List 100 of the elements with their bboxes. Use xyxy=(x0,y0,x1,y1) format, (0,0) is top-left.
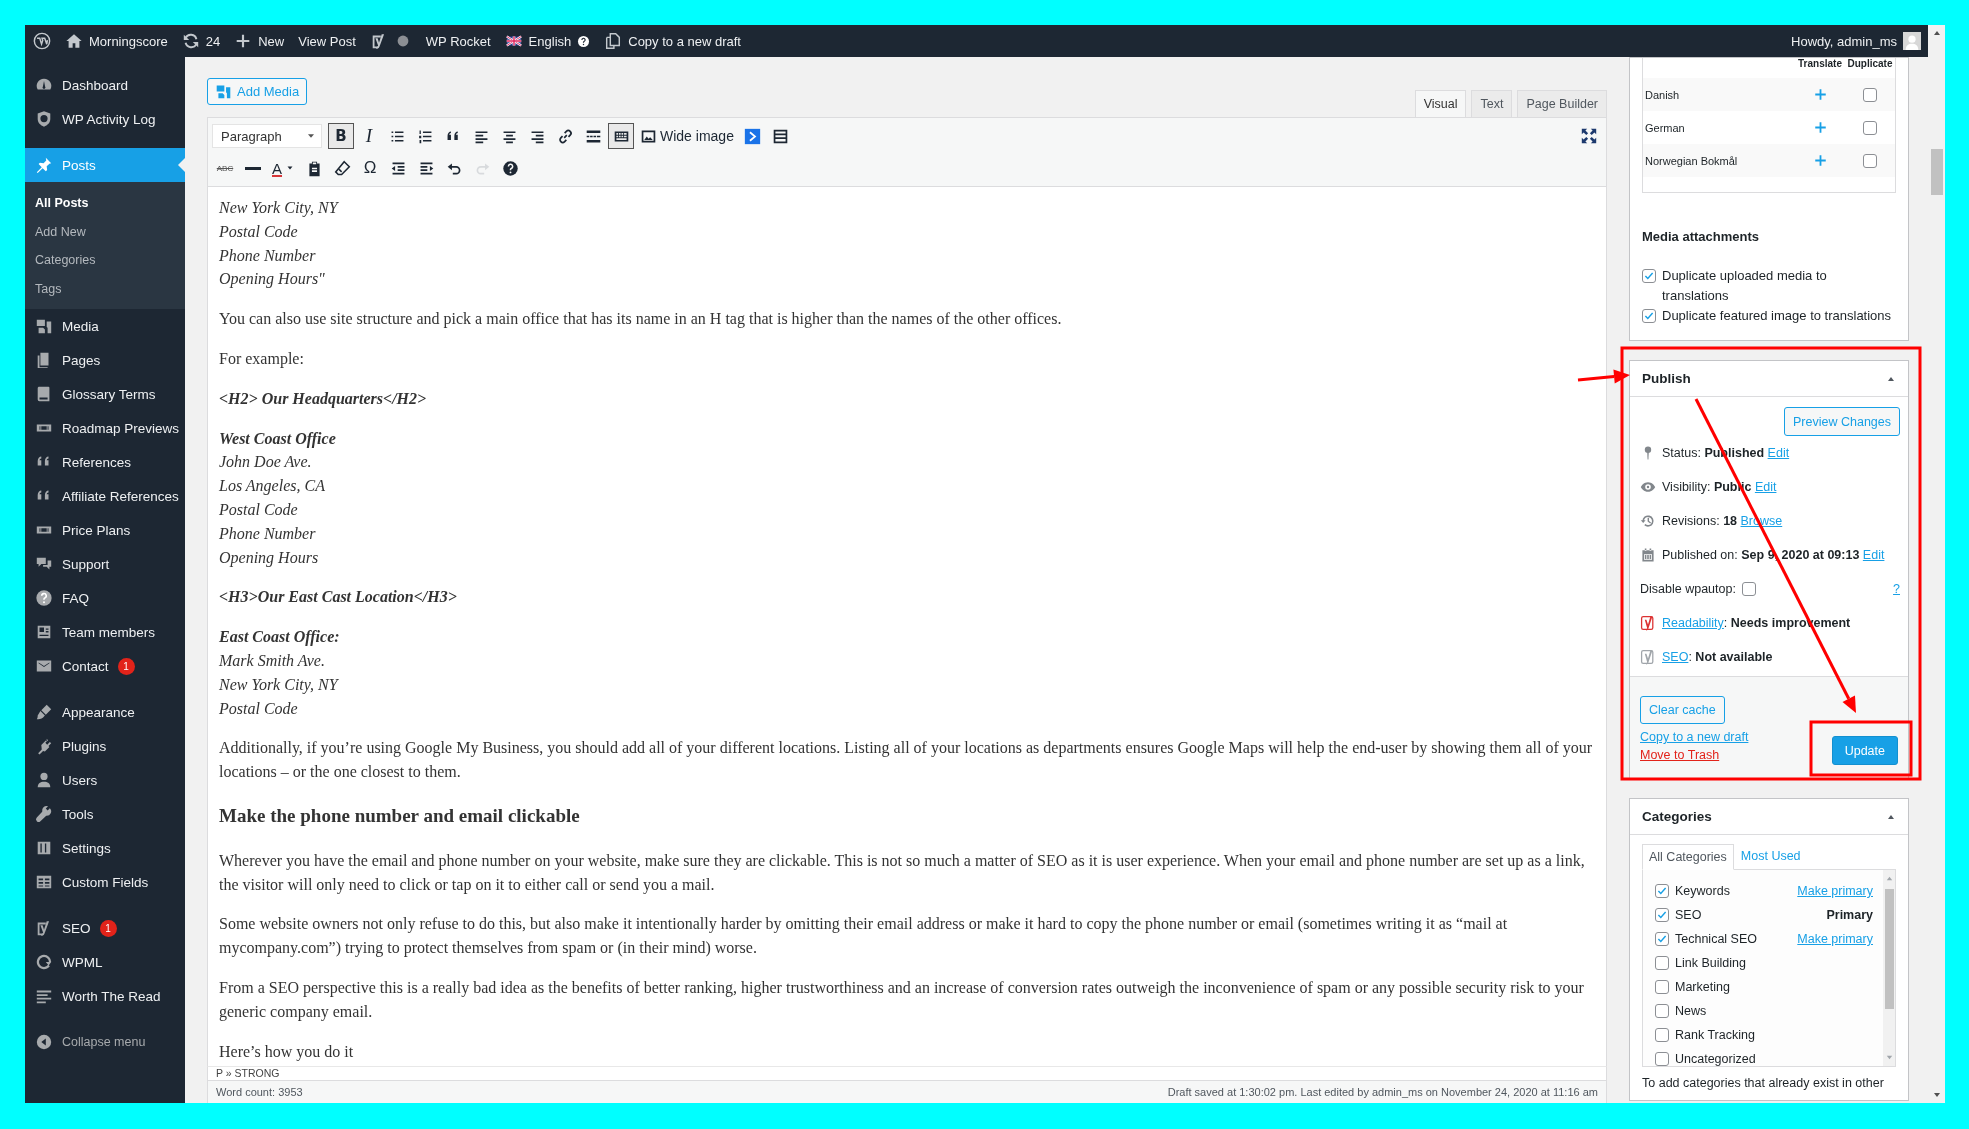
brush-icon xyxy=(35,703,53,721)
submenu-item[interactable]: Categories xyxy=(25,246,185,275)
panel-title: Publish xyxy=(1642,371,1691,386)
menu-item[interactable]: Glossary Terms xyxy=(25,377,185,411)
checkbox[interactable] xyxy=(1655,884,1669,898)
checkbox[interactable] xyxy=(1655,932,1669,946)
address-line: Postal Code xyxy=(219,221,299,242)
menu-item[interactable]: Appearance xyxy=(25,695,185,729)
checkbox[interactable] xyxy=(1655,980,1669,994)
scroll-up-icon xyxy=(1884,874,1894,883)
checkbox[interactable] xyxy=(1655,1052,1669,1066)
avatar-icon xyxy=(1903,32,1921,50)
menu-item[interactable]: References xyxy=(25,445,185,479)
editor-tab[interactable]: Page Builder xyxy=(1517,90,1607,117)
checkbox[interactable] xyxy=(1642,309,1656,323)
chevron-box-icon xyxy=(744,127,762,145)
new-link[interactable]: New xyxy=(234,32,285,50)
home-icon xyxy=(65,32,83,50)
menu-item[interactable]: Custom Fields xyxy=(25,865,185,899)
menu-item[interactable]: Price Plans xyxy=(25,513,185,547)
wide-image-button[interactable]: Wide image xyxy=(636,123,738,149)
checkbox[interactable] xyxy=(1655,1028,1669,1042)
text-color-button[interactable]: A xyxy=(268,155,299,181)
address-line: New York City, NY xyxy=(219,198,340,219)
media-icon xyxy=(215,83,232,100)
menu-item[interactable]: Settings xyxy=(25,831,185,865)
menu-item[interactable]: WP Activity Log xyxy=(25,102,185,136)
count-badge: 1 xyxy=(99,919,117,937)
address-title: West Coast Office xyxy=(219,428,337,450)
format-select[interactable]: Paragraph xyxy=(212,124,322,148)
menu-item[interactable]: Tools xyxy=(25,797,185,831)
paragraph: Wherever you have the email and phone number on your website, make sure they are clickable. This is not so much a matter of SEO as it is user experience. When your email and phone number are set up as a link, the visitor will only need to click or tap on it to either call or send you a mail. xyxy=(219,850,1586,896)
checkbox[interactable] xyxy=(1863,153,1877,168)
menu-item[interactable]: Contact 1 xyxy=(25,649,185,683)
toolbar-toggle-button[interactable] xyxy=(608,123,634,149)
scrollbar-thumb[interactable] xyxy=(1930,149,1943,195)
submenu-item[interactable]: Tags xyxy=(25,274,185,303)
submenu-item[interactable]: Add New xyxy=(25,217,185,246)
editor-tab[interactable]: Visual xyxy=(1414,90,1467,117)
italic-button[interactable]: I xyxy=(356,123,382,149)
sliders-icon xyxy=(35,839,53,857)
menu-item[interactable]: Team members xyxy=(25,615,185,649)
add-translation-icon xyxy=(1812,153,1828,168)
collapse-icon xyxy=(35,1033,53,1051)
special-character-button[interactable]: Ω xyxy=(357,155,383,181)
view-post-link[interactable]: View Post xyxy=(298,33,356,49)
calendar-icon xyxy=(1640,547,1656,563)
fullscreen-icon[interactable] xyxy=(1580,127,1598,145)
editor-tab[interactable]: Text xyxy=(1471,90,1513,117)
address-line: Opening Hours" xyxy=(219,269,326,290)
scroll-down-icon xyxy=(1884,1053,1894,1062)
language-link[interactable]: English xyxy=(504,32,591,50)
refresh-icon xyxy=(181,32,200,50)
menu-item[interactable]: Plugins xyxy=(25,729,185,763)
menu-item[interactable]: Affiliate References xyxy=(25,479,185,513)
editor-content[interactable] xyxy=(207,187,1607,1066)
checkbox[interactable] xyxy=(1863,120,1877,135)
menu-item[interactable]: Worth The Read xyxy=(25,979,185,1013)
address-line: Postal Code xyxy=(219,499,299,520)
checkbox[interactable] xyxy=(1655,908,1669,922)
word-count: Word count: 3953 xyxy=(216,1086,303,1098)
menu-item[interactable]: Roadmap Previews xyxy=(25,411,185,445)
checkbox[interactable] xyxy=(1863,87,1877,102)
column-header: Translate xyxy=(1797,58,1843,69)
address-line: Phone Number xyxy=(219,245,317,266)
submenu-item[interactable]: All Posts xyxy=(25,189,185,218)
menu-item[interactable]: SEO 1 xyxy=(25,911,185,945)
site-link[interactable]: Morningscore xyxy=(65,32,168,50)
panel-title: Categories xyxy=(1642,809,1712,824)
address-line: Mark Smith Ave. xyxy=(219,650,326,671)
section-heading: Make the phone number and email clickable xyxy=(219,803,581,828)
menu-item[interactable]: Media xyxy=(25,309,185,343)
checkbox[interactable] xyxy=(1642,269,1656,283)
bold-button[interactable]: B xyxy=(328,123,354,149)
section-title: Media attachments xyxy=(1642,229,1761,244)
option-label: Duplicate featured image to translations xyxy=(1662,307,1892,325)
help-icon xyxy=(577,34,591,48)
account-link[interactable]: Howdy, admin_ms xyxy=(1791,32,1921,50)
menu-item[interactable]: Pages xyxy=(25,343,185,377)
language-name: Norwegian Bokmål xyxy=(1645,154,1739,167)
collapse-menu-button[interactable]: Collapse menu xyxy=(25,1025,185,1059)
updates-link[interactable]: 24 xyxy=(181,32,221,50)
strikethrough-button[interactable]: ABC xyxy=(212,155,238,181)
menu-item[interactable]: FAQ xyxy=(25,581,185,615)
menu-item[interactable]: Dashboard xyxy=(25,68,185,102)
checkbox[interactable] xyxy=(1741,582,1756,596)
category-tab[interactable]: All Categories xyxy=(1642,844,1734,870)
help-icon xyxy=(501,159,519,177)
rocket-link[interactable]: WP Rocket xyxy=(425,33,491,49)
move-to-trash-link[interactable]: Move to Trash xyxy=(1640,748,1720,762)
menu-item[interactable]: WPML xyxy=(25,945,185,979)
menu-item[interactable]: Users xyxy=(25,763,185,797)
checkbox[interactable] xyxy=(1655,1004,1669,1018)
checkbox[interactable] xyxy=(1655,956,1669,970)
annotation-arrow xyxy=(1577,369,1630,384)
paragraph: Here’s how you do it xyxy=(219,1041,355,1063)
copy-draft-link[interactable]: Copy to a new draft xyxy=(604,32,741,50)
menu-item[interactable]: Support xyxy=(25,547,185,581)
plug-icon xyxy=(35,737,53,755)
list-scrollbar[interactable] xyxy=(1883,870,1895,1066)
